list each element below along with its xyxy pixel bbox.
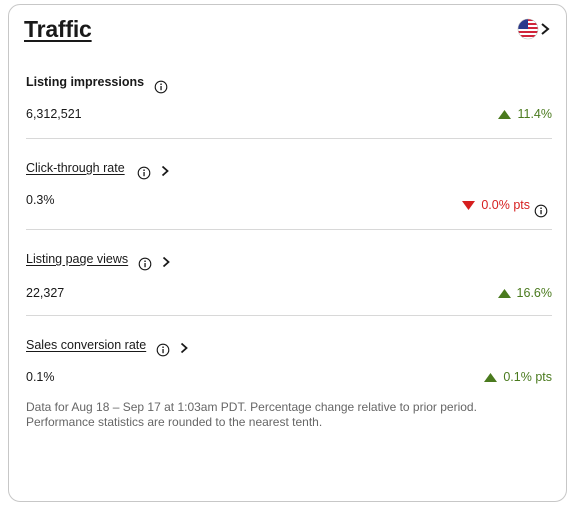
footnote-line: Data for Aug 18 – Sep 17 at 1:03am PDT. … bbox=[26, 400, 477, 414]
footnote: Data for Aug 18 – Sep 17 at 1:03am PDT. … bbox=[26, 400, 546, 430]
metric-value: 22,327 bbox=[26, 286, 65, 300]
metric-value: 0.1% bbox=[26, 370, 55, 384]
info-icon[interactable] bbox=[154, 80, 168, 94]
metric-change-value: 0.0% pts bbox=[481, 198, 530, 212]
metric-change-value: 11.4% bbox=[517, 107, 552, 121]
triangle-down-icon bbox=[462, 200, 476, 210]
metric-change: 0.1% pts bbox=[484, 370, 552, 384]
chevron-right-icon[interactable] bbox=[160, 165, 170, 177]
info-icon[interactable] bbox=[138, 257, 152, 271]
info-icon[interactable] bbox=[137, 166, 151, 180]
metric-change-value: 16.6% bbox=[516, 286, 552, 300]
us-flag-icon[interactable] bbox=[517, 18, 539, 40]
metric-change: 16.6% bbox=[497, 286, 552, 300]
metric-value: 6,312,521 bbox=[26, 107, 82, 121]
triangle-up-icon bbox=[497, 288, 511, 298]
chevron-right-icon[interactable] bbox=[539, 22, 551, 36]
triangle-up-icon bbox=[498, 109, 512, 119]
metric-label: Listing impressions bbox=[26, 75, 145, 89]
chevron-right-icon[interactable] bbox=[161, 256, 171, 268]
divider bbox=[26, 315, 552, 316]
triangle-up-icon bbox=[484, 372, 498, 382]
metric-change-value: 0.1% pts bbox=[503, 370, 552, 384]
info-icon[interactable] bbox=[156, 343, 170, 357]
metric-change: 11.4% bbox=[498, 107, 552, 121]
divider bbox=[26, 229, 552, 230]
card-title[interactable]: Traffic bbox=[24, 16, 92, 43]
traffic-card: Traffic Listing impressions 6,312,521 11… bbox=[8, 4, 567, 502]
metric-value: 0.3% bbox=[26, 193, 55, 207]
divider bbox=[26, 138, 552, 139]
metric-label-link[interactable]: Click-through rate bbox=[26, 161, 125, 175]
metric-label-link[interactable]: Listing page views bbox=[26, 252, 128, 266]
footnote-line: Performance statistics are rounded to th… bbox=[26, 415, 323, 429]
metric-change: 0.0% pts bbox=[462, 198, 530, 212]
chevron-right-icon[interactable] bbox=[179, 342, 189, 354]
info-icon[interactable] bbox=[534, 204, 548, 218]
metric-label-link[interactable]: Sales conversion rate bbox=[26, 338, 146, 352]
